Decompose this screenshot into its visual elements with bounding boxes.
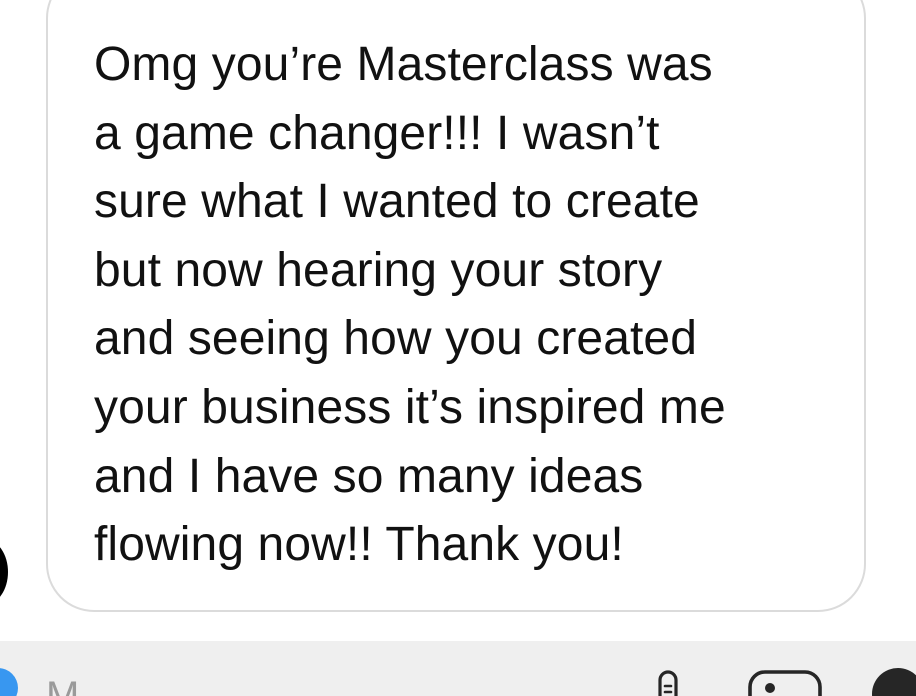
message-line: flowing now!! Thank you! [94,518,624,572]
chat-screen: Omg you’re Masterclass was a game change… [0,0,916,696]
message-line: your business it’s inspired me [94,380,726,434]
message-line: sure what I wanted to create [94,175,700,229]
message-line: and seeing how you created [94,312,698,366]
message-line: but now hearing your story [94,243,663,297]
message-line: a game changer!!! I wasn’t [94,106,660,160]
sender-avatar[interactable] [0,540,8,604]
message-input-placeholder[interactable]: M [46,676,79,696]
gallery-icon[interactable] [748,670,828,696]
mic-icon[interactable] [652,669,692,696]
message-line: Omg you’re Masterclass was [94,38,713,91]
message-line: and I have so many ideas [94,449,644,503]
message-text: Omg you’re Masterclass was a game change… [94,31,834,580]
